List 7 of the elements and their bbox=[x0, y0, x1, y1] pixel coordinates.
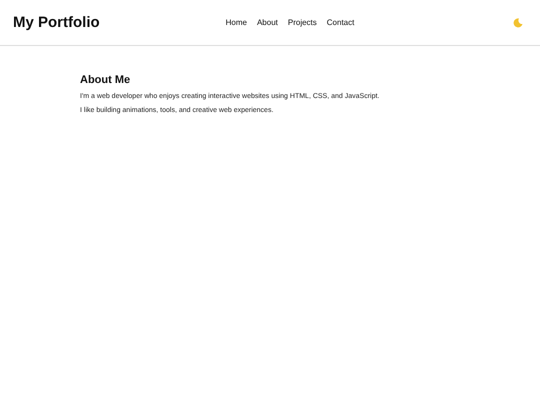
site-title: My Portfolio bbox=[13, 14, 101, 31]
nav-link[interactable]: About bbox=[256, 18, 278, 27]
moon-icon bbox=[512, 18, 523, 28]
nav-link[interactable]: Projects bbox=[288, 18, 317, 27]
section-heading: About Me bbox=[80, 74, 132, 86]
nav-link[interactable]: Home bbox=[226, 18, 247, 27]
nav-link[interactable]: Contact bbox=[326, 18, 354, 27]
